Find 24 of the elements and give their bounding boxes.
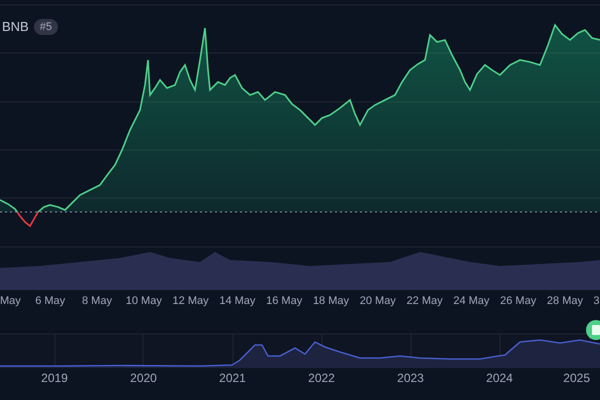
year-axis-label: 2021: [218, 370, 247, 387]
date-axis-label: May: [0, 294, 22, 309]
date-axis-label: 26 May: [499, 294, 538, 309]
date-axis-label: 10 May: [124, 294, 163, 309]
date-axis-label: 28 May: [546, 294, 584, 309]
date-axis-label: 14 May: [218, 294, 256, 309]
date-axis-label: 8 May: [81, 294, 113, 309]
date-axis-label: 3: [592, 294, 600, 309]
year-axis-label: 2020: [129, 370, 158, 387]
date-axis-label: 12 May: [172, 294, 210, 309]
note-marker-icon[interactable]: [586, 320, 600, 340]
rank-badge: #5: [34, 19, 58, 35]
coin-symbol: BNB: [2, 19, 29, 35]
year-axis-label: 2022: [307, 370, 336, 387]
year-axis-label: 2023: [396, 370, 425, 387]
date-axis-label: 22 May: [406, 294, 444, 309]
year-axis-label: 2025: [562, 370, 590, 387]
date-axis-label: 18 May: [312, 294, 350, 309]
date-axis-label: 6 May: [34, 294, 66, 309]
date-axis-label: 24 May: [452, 294, 490, 309]
year-axis-label: 2019: [40, 370, 69, 387]
date-axis-label: 20 May: [358, 294, 397, 309]
year-axis-label: 2024: [485, 370, 514, 387]
date-axis-label: 16 May: [265, 294, 304, 309]
